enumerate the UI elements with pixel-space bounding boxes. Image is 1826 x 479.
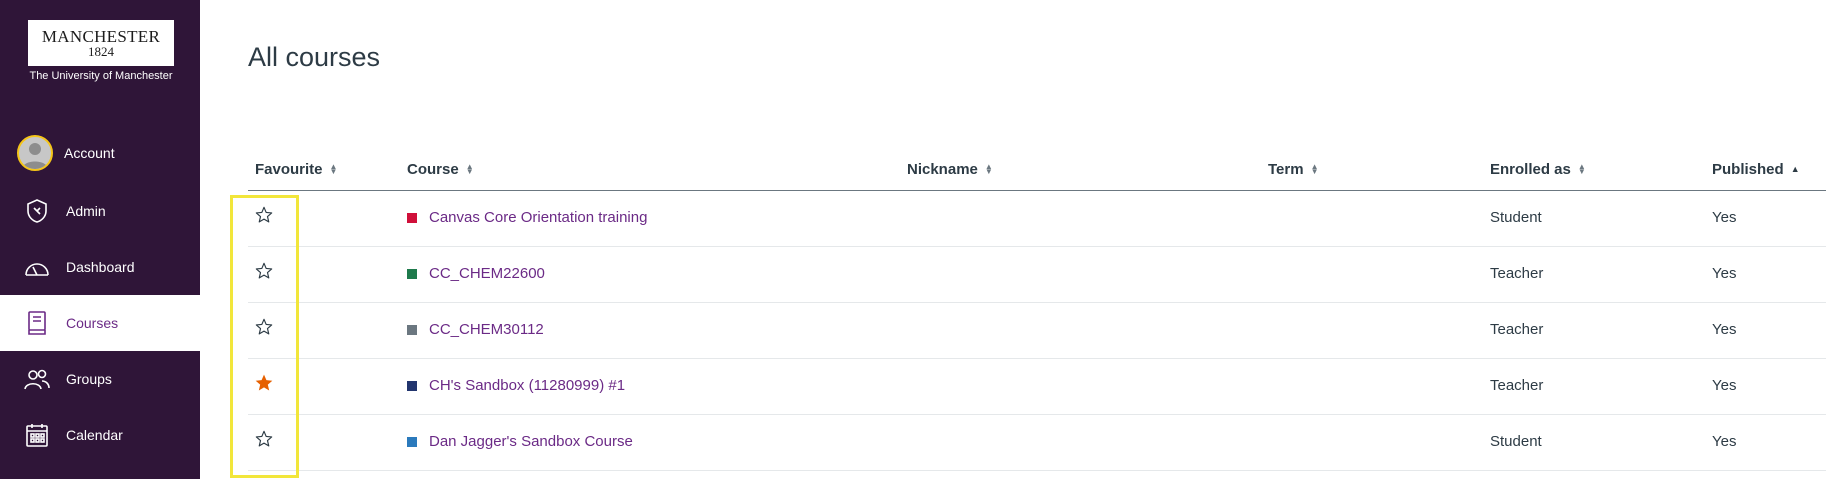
course-link[interactable]: CH's Sandbox (11280999) #1 [407, 377, 625, 394]
column-header-label: Course [407, 161, 459, 178]
table-row: CC_CHEM30112 Teacher Yes [248, 303, 1826, 359]
course-color-swatch [407, 324, 417, 335]
star-filled-icon[interactable] [254, 373, 278, 397]
sort-icon: ▲ ▼ [465, 161, 474, 176]
published-cell: Yes [1712, 377, 1737, 394]
column-header-label: Term [1268, 161, 1304, 178]
course-cell: CH's Sandbox (11280999) #1 [407, 377, 625, 394]
sidebar-item-account[interactable]: Account [0, 125, 200, 181]
column-header-enrolled-as[interactable]: Enrolled as ▲ ▼ [1490, 161, 1586, 178]
course-color-swatch [407, 436, 417, 447]
dashboard-gauge-icon [22, 252, 52, 282]
sidebar-item-label: Calendar [66, 427, 123, 443]
published-cell: Yes [1712, 265, 1737, 282]
sidebar-item-label: Admin [66, 203, 106, 219]
column-header-published[interactable]: Published ▲ [1712, 161, 1800, 178]
column-header-label: Enrolled as [1490, 161, 1571, 178]
groups-icon [22, 364, 52, 394]
sort-icon: ▲ ▼ [1577, 161, 1586, 176]
course-color-swatch [407, 268, 417, 279]
calendar-icon [22, 420, 52, 450]
table-row: CH's Sandbox (11280999) #1 Teacher Yes [248, 359, 1826, 415]
course-name: Canvas Core Orientation training [429, 209, 648, 226]
course-cell: Dan Jagger's Sandbox Course [407, 433, 633, 450]
sort-icon: ▲ ▼ [329, 161, 338, 176]
sidebar-item-label: Account [64, 145, 115, 161]
logo-name: MANCHESTER [41, 27, 161, 46]
course-name: CC_CHEM30112 [429, 321, 544, 338]
course-color-swatch [407, 380, 417, 391]
star-outline-icon[interactable] [254, 429, 278, 453]
sort-icon: ▲ ▼ [1310, 161, 1319, 176]
column-header-label: Nickname [907, 161, 978, 178]
star-outline-icon[interactable] [254, 261, 278, 285]
logo-box: MANCHESTER 1824 [28, 20, 174, 66]
course-name: Dan Jagger's Sandbox Course [429, 433, 633, 450]
column-header-term[interactable]: Term ▲ ▼ [1268, 161, 1319, 178]
course-link[interactable]: Dan Jagger's Sandbox Course [407, 433, 633, 450]
sidebar-item-label: Groups [66, 371, 112, 387]
sidebar-item-groups[interactable]: Groups [0, 351, 200, 407]
sidebar-item-admin[interactable]: Admin [0, 183, 200, 239]
page-title: All courses [248, 42, 381, 72]
star-outline-icon[interactable] [254, 205, 278, 229]
logo-year: 1824 [88, 44, 114, 59]
column-header-course[interactable]: Course ▲ ▼ [407, 161, 474, 178]
course-name: CH's Sandbox (11280999) #1 [429, 377, 626, 394]
table-row: Canvas Core Orientation training Student… [248, 191, 1826, 247]
enrolled-as-cell: Teacher [1490, 377, 1544, 394]
sidebar-item-label: Courses [66, 315, 119, 331]
enrolled-as-cell: Teacher [1490, 321, 1544, 338]
sidebar-item-calendar[interactable]: Calendar [0, 407, 200, 463]
sidebar-item-label: Dashboard [66, 259, 135, 275]
enrolled-as-cell: Student [1490, 433, 1542, 450]
shield-icon [22, 196, 52, 226]
course-link[interactable]: Canvas Core Orientation training [407, 209, 647, 226]
enrolled-as-cell: Student [1490, 209, 1542, 226]
enrolled-as-cell: Teacher [1490, 265, 1544, 282]
course-cell: CC_CHEM30112 [407, 321, 544, 338]
courses-table: Favourite ▲ ▼ Course ▲ ▼ Nickname ▲ ▼ Term … [248, 155, 1826, 471]
column-header-nickname[interactable]: Nickname ▲ ▼ [907, 161, 993, 178]
course-link[interactable]: CC_CHEM22600 [407, 265, 545, 282]
book-icon [22, 308, 52, 338]
published-cell: Yes [1712, 209, 1737, 226]
course-name: CC_CHEM22600 [429, 265, 545, 282]
global-nav-sidebar: MANCHESTER 1824 The University of Manche… [0, 0, 200, 479]
course-link[interactable]: CC_CHEM30112 [407, 321, 544, 338]
course-color-swatch [407, 212, 417, 223]
star-outline-icon[interactable] [254, 317, 278, 341]
university-logo[interactable]: MANCHESTER 1824 The University of Manche… [28, 20, 174, 82]
avatar-icon [17, 135, 53, 171]
table-row: CC_CHEM22600 Teacher Yes [248, 247, 1826, 303]
sidebar-item-courses[interactable]: Courses [0, 295, 200, 351]
table-row: Dan Jagger's Sandbox Course Student Yes [248, 415, 1826, 471]
published-cell: Yes [1712, 321, 1737, 338]
column-header-label: Favourite [255, 161, 323, 178]
column-header-label: Published [1712, 161, 1784, 178]
course-cell: Canvas Core Orientation training [407, 209, 647, 226]
published-cell: Yes [1712, 433, 1737, 450]
table-body: Canvas Core Orientation training Student… [248, 191, 1826, 471]
sort-ascending-icon: ▲ [1790, 164, 1800, 174]
sidebar-item-dashboard[interactable]: Dashboard [0, 239, 200, 295]
logo-subtitle: The University of Manchester [29, 70, 173, 82]
course-cell: CC_CHEM22600 [407, 265, 545, 282]
table-header: Favourite ▲ ▼ Course ▲ ▼ Nickname ▲ ▼ Term … [248, 155, 1826, 191]
column-header-favourite[interactable]: Favourite ▲ ▼ [255, 161, 337, 178]
sort-icon: ▲ ▼ [984, 161, 993, 176]
